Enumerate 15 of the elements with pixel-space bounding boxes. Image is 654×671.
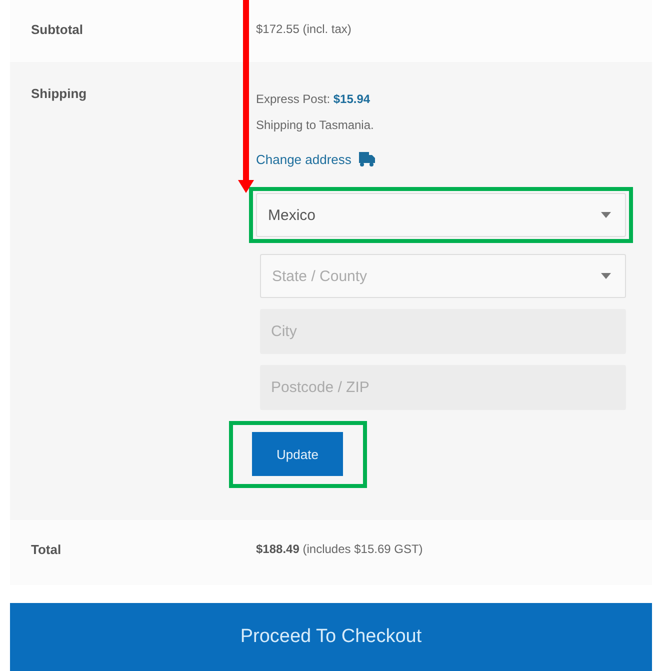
dropdown-caret-icon xyxy=(601,212,611,218)
subtotal-value: $172.55 (incl. tax) xyxy=(256,22,352,38)
truck-icon xyxy=(359,152,376,167)
checkout-button[interactable]: Proceed To Checkout xyxy=(10,603,652,671)
select-field[interactable]: State / County xyxy=(260,254,626,298)
update-button[interactable]: Update xyxy=(252,432,343,476)
shipping-method: Express Post: $15.94 xyxy=(256,91,372,108)
row-label: Shipping xyxy=(31,86,87,101)
shipping-destination: Shipping to Tasmania. xyxy=(256,117,375,134)
select-field[interactable]: Mexico xyxy=(256,193,626,237)
total-value: $188.49 (includes $15.69 GST) xyxy=(256,542,424,558)
row-label: Subtotal xyxy=(31,22,83,37)
dropdown-caret-icon xyxy=(601,273,611,279)
change-address-link[interactable]: Change address xyxy=(256,152,352,167)
row-label: Total xyxy=(31,542,62,557)
